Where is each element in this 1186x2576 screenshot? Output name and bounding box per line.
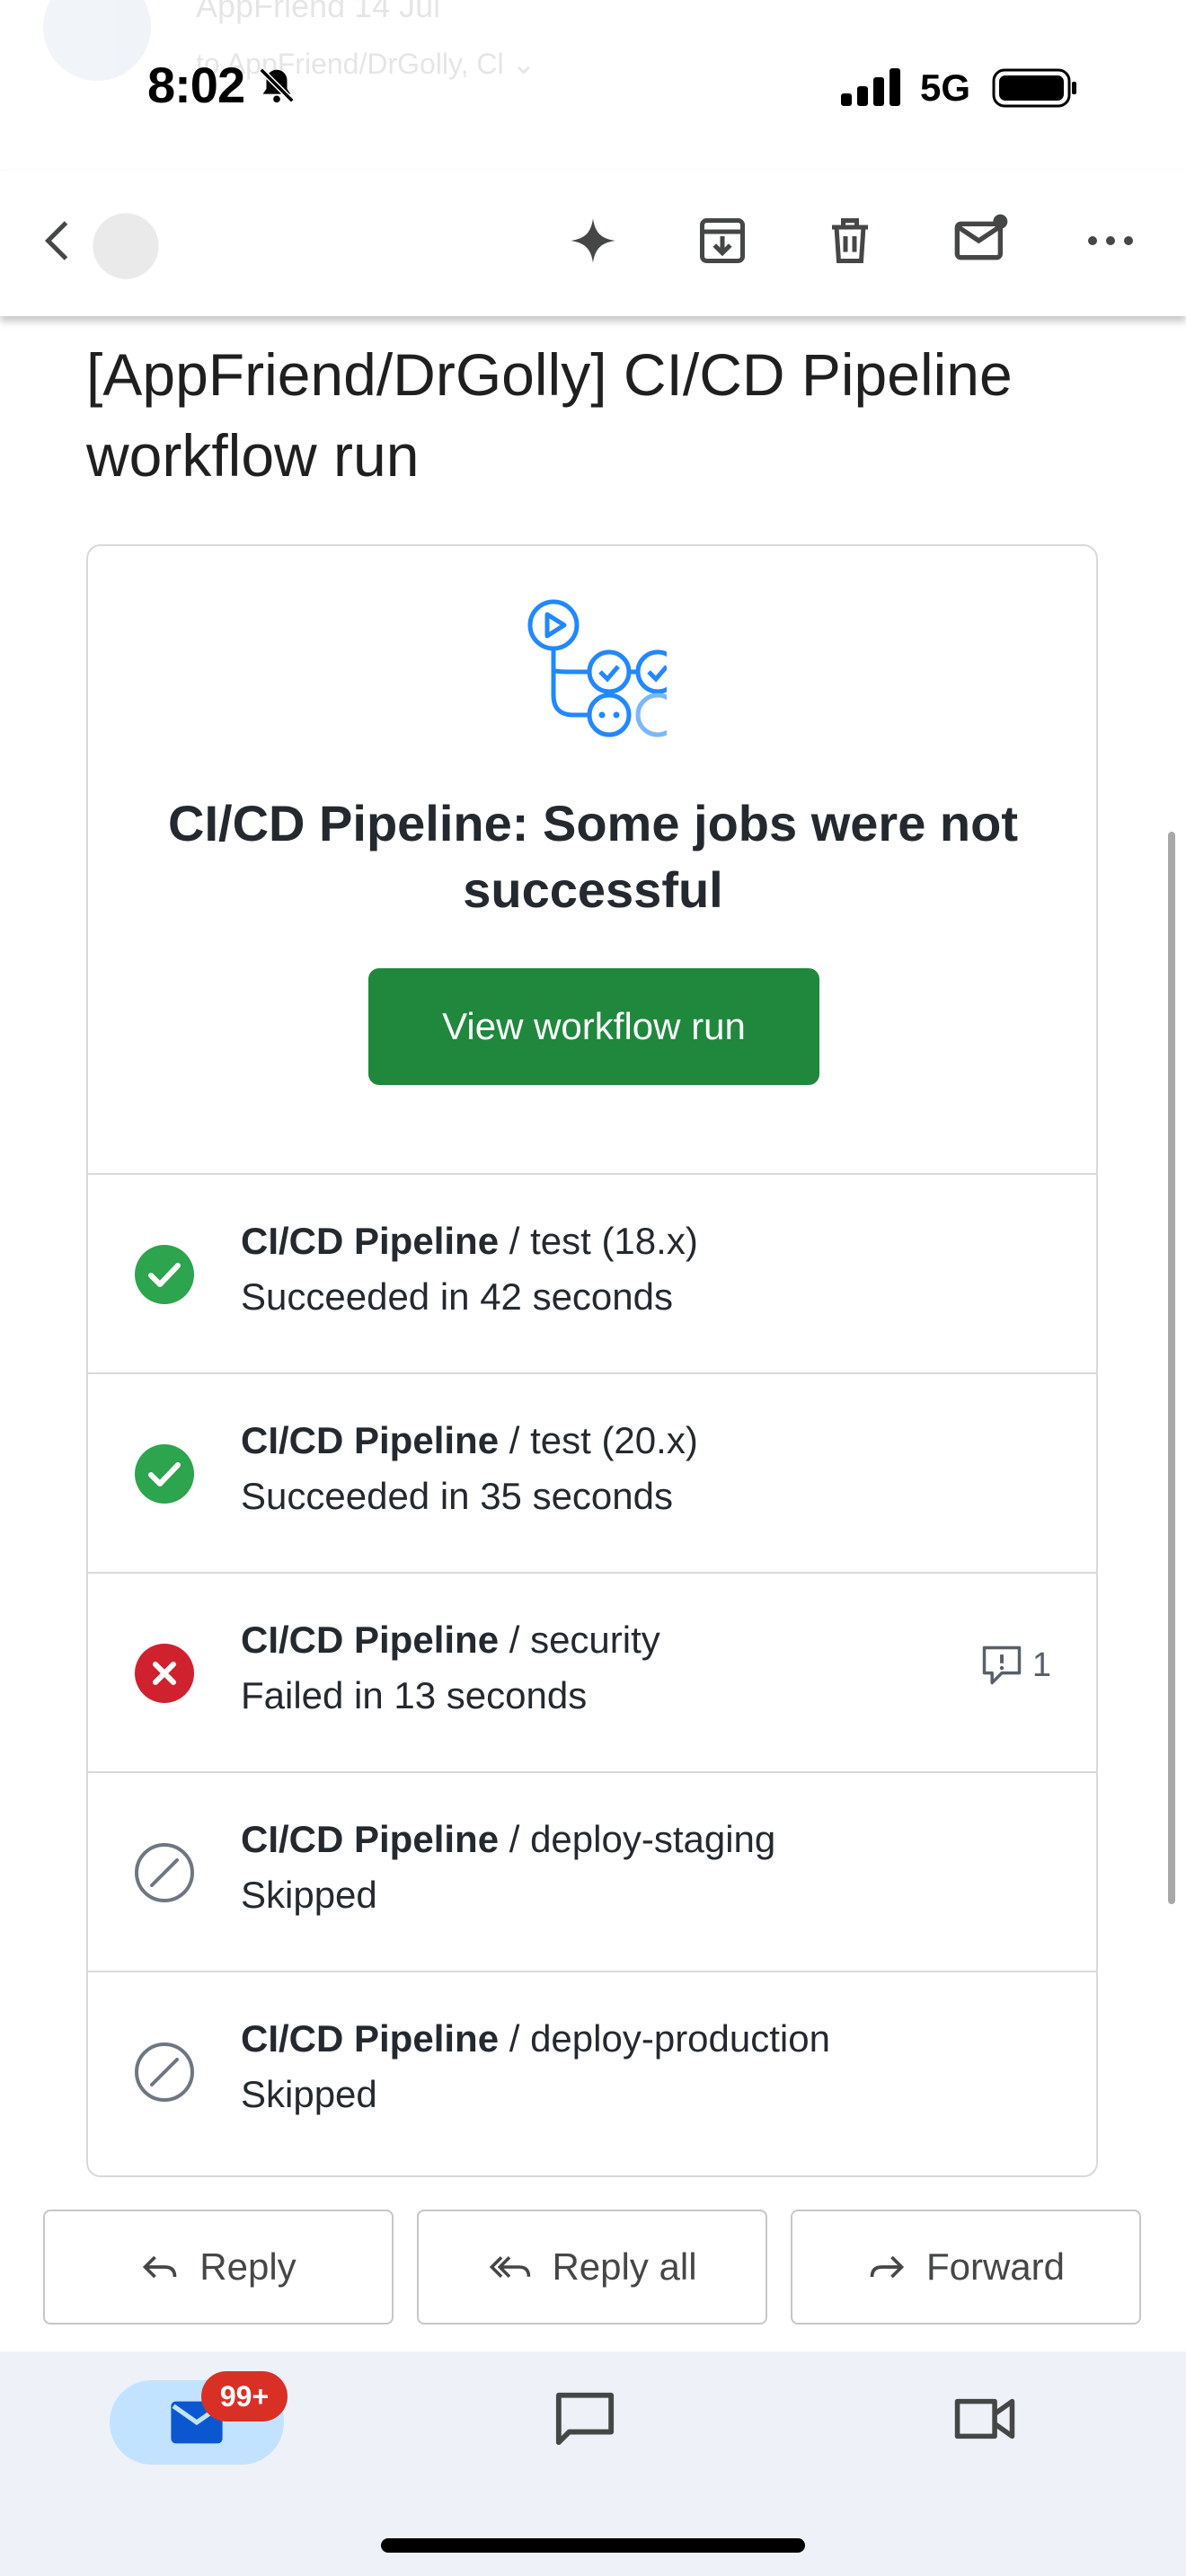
workflow-status-title: CI/CD Pipeline: Some jobs were not succe…: [168, 795, 1018, 918]
video-camera-icon: [954, 2398, 1015, 2439]
annotation-count[interactable]: 1: [978, 1642, 1051, 1689]
network-type: 5G: [920, 66, 971, 109]
job-workflow: CI/CD Pipeline: [241, 2017, 500, 2060]
job-separator: /: [499, 1220, 531, 1262]
job-workflow: CI/CD Pipeline: [241, 1619, 500, 1661]
job-separator: /: [499, 1419, 531, 1461]
job-name: test (20.x): [530, 1419, 698, 1461]
more-icon[interactable]: [1075, 205, 1146, 277]
delete-icon[interactable]: [814, 205, 886, 277]
comment-alert-icon: [982, 1645, 1022, 1685]
skipped-icon: [135, 1843, 194, 1902]
job-row[interactable]: CI/CD Pipeline / test (20.x) Succeeded i…: [88, 1372, 1096, 1572]
view-workflow-run-button[interactable]: View workflow run: [368, 968, 819, 1085]
silent-bell-icon: [259, 67, 295, 103]
job-row[interactable]: CI/CD Pipeline / security Failed in 13 s…: [88, 1572, 1096, 1771]
github-icon: [90, 210, 162, 282]
back-icon[interactable]: [23, 205, 95, 277]
job-name: security: [530, 1619, 660, 1661]
job-workflow: CI/CD Pipeline: [241, 1220, 500, 1262]
annotation-count-value: 1: [1031, 1645, 1051, 1684]
email-toolbar: [0, 171, 1186, 316]
job-separator: /: [499, 2017, 531, 2060]
status-time: 8:02: [147, 57, 245, 113]
workflow-card: CI/CD Pipeline: Some jobs were not succe…: [86, 544, 1098, 2177]
job-detail: Succeeded in 35 seconds: [241, 1475, 674, 1517]
unread-badge: 99+: [201, 2371, 288, 2422]
job-row[interactable]: CI/CD Pipeline / deploy-staging Skipped: [88, 1771, 1096, 1971]
reply-all-label: Reply all: [552, 2245, 697, 2288]
mark-unread-icon[interactable]: [945, 205, 1017, 277]
job-title: CI/CD Pipeline / security: [241, 1619, 660, 1662]
job-separator: /: [499, 1619, 531, 1661]
home-indicator[interactable]: [381, 2538, 805, 2553]
job-workflow: CI/CD Pipeline: [241, 1419, 500, 1461]
archive-icon[interactable]: [686, 205, 758, 277]
job-detail: Succeeded in 42 seconds: [241, 1275, 674, 1318]
sparkle-icon[interactable]: [557, 205, 629, 277]
job-title: CI/CD Pipeline / test (18.x): [241, 1220, 698, 1263]
nav-meet[interactable]: [952, 2389, 1017, 2453]
scrollbar[interactable]: [1168, 832, 1175, 1904]
reply-all-icon: [490, 2256, 531, 2278]
skipped-icon: [135, 2042, 194, 2102]
job-name: deploy-production: [530, 2017, 830, 2060]
message-actions: Reply Reply all Forward: [43, 2210, 1143, 2326]
job-separator: /: [499, 1818, 531, 1860]
reply-icon: [143, 2255, 177, 2279]
job-row[interactable]: CI/CD Pipeline / deploy-production Skipp…: [88, 1971, 1096, 2170]
chat-icon: [555, 2392, 615, 2446]
job-list: CI/CD Pipeline / test (18.x) Succeeded i…: [88, 1173, 1096, 2170]
job-title: CI/CD Pipeline / deploy-staging: [241, 1818, 775, 1861]
job-title: CI/CD Pipeline / test (20.x): [241, 1419, 698, 1462]
reply-button[interactable]: Reply: [43, 2210, 394, 2325]
forward-button[interactable]: Forward: [791, 2210, 1141, 2325]
job-detail: Failed in 13 seconds: [241, 1674, 588, 1716]
forward-label: Forward: [925, 2245, 1066, 2288]
nav-chat[interactable]: [553, 2389, 616, 2453]
battery-icon: [992, 68, 1076, 108]
success-check-icon: [135, 1444, 194, 1504]
email-subject: [AppFriend/DrGolly] CI/CD Pipeline workf…: [86, 341, 1013, 489]
forward-icon: [870, 2255, 905, 2279]
job-detail: Skipped: [241, 2073, 377, 2115]
job-row[interactable]: CI/CD Pipeline / test (18.x) Succeeded i…: [88, 1173, 1096, 1372]
job-detail: Skipped: [241, 1874, 377, 1916]
github-actions-icon: [527, 599, 667, 737]
reply-all-button[interactable]: Reply all: [417, 2210, 767, 2325]
reply-label: Reply: [199, 2245, 296, 2288]
success-check-icon: [135, 1245, 194, 1304]
failure-x-icon: [135, 1644, 194, 1703]
job-workflow: CI/CD Pipeline: [241, 1818, 500, 1860]
signal-icon: [841, 68, 900, 106]
job-name: test (18.x): [530, 1220, 698, 1262]
job-title: CI/CD Pipeline / deploy-production: [241, 2017, 830, 2060]
job-name: deploy-staging: [530, 1818, 776, 1860]
status-bar: 8:02 5G: [0, 0, 1186, 171]
